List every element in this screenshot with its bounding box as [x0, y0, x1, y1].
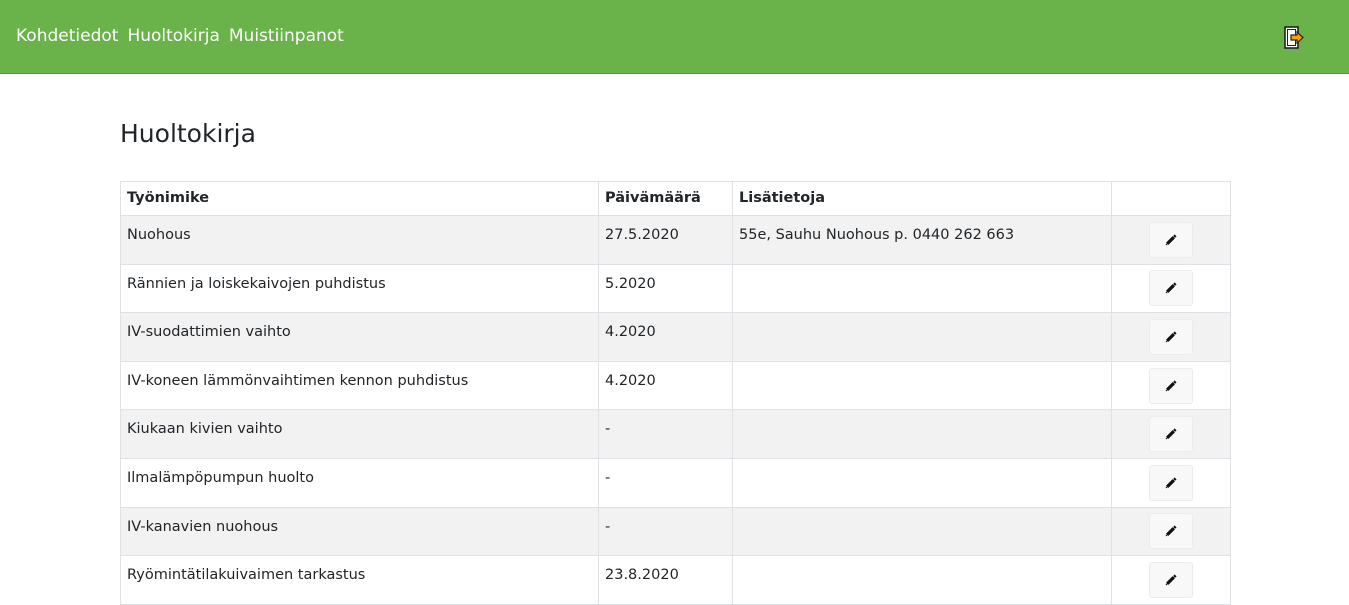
pencil-icon — [1150, 232, 1192, 248]
action-cell — [1111, 555, 1231, 605]
column-header-task: Työnimike — [120, 181, 599, 216]
pencil-icon — [1150, 426, 1192, 442]
page-title: Huoltokirja — [120, 119, 256, 148]
pencil-icon — [1150, 523, 1192, 539]
action-cell — [1111, 457, 1231, 508]
action-cell — [1111, 312, 1231, 362]
date-cell: - — [598, 506, 733, 557]
task-cell: Kiukaan kivien vaihto — [120, 409, 599, 459]
task-cell: IV-kanavien nuohous — [120, 506, 599, 557]
action-cell — [1111, 215, 1231, 265]
date-cell: - — [598, 409, 733, 459]
task-cell: Ryömintätilakuivaimen tarkastus — [120, 555, 599, 605]
info-cell — [732, 555, 1112, 605]
task-cell: IV-koneen lämmönvaihtimen kennon puhdist… — [120, 360, 599, 411]
info-cell — [732, 409, 1112, 459]
table-row: IV-kanavien nuohous - — [120, 506, 1231, 557]
info-cell — [732, 312, 1112, 362]
maintenance-table-container: Työnimike Päivämäärä Lisätietoja Nuohous… — [120, 181, 1231, 605]
info-cell — [732, 457, 1112, 508]
logout-icon — [1284, 26, 1304, 49]
pencil-icon — [1150, 280, 1192, 296]
edit-button[interactable] — [1149, 221, 1193, 258]
table-row: Ryömintätilakuivaimen tarkastus 23.8.2020 — [120, 555, 1231, 605]
task-cell: Rännien ja loiskekaivojen puhdistus — [120, 263, 599, 314]
edit-button[interactable] — [1149, 367, 1193, 404]
edit-button[interactable] — [1149, 270, 1193, 307]
column-header-actions — [1111, 181, 1231, 216]
edit-button[interactable] — [1149, 513, 1193, 550]
date-cell: 23.8.2020 — [598, 555, 733, 605]
table-row: Ilmalämpöpumpun huolto - — [120, 457, 1231, 508]
date-cell: 4.2020 — [598, 360, 733, 411]
nav-link-kohdetiedot[interactable]: Kohdetiedot — [16, 25, 118, 47]
date-cell: - — [598, 457, 733, 508]
pencil-icon — [1150, 475, 1192, 491]
info-cell — [732, 506, 1112, 557]
edit-button[interactable] — [1149, 318, 1193, 355]
top-navbar: Kohdetiedot Huoltokirja Muistiinpanot — [0, 0, 1349, 74]
main-nav: Kohdetiedot Huoltokirja Muistiinpanot — [16, 25, 344, 47]
info-cell — [732, 360, 1112, 411]
maintenance-table: Työnimike Päivämäärä Lisätietoja Nuohous… — [120, 181, 1231, 605]
table-header-row: Työnimike Päivämäärä Lisätietoja — [120, 181, 1231, 216]
action-cell — [1111, 360, 1231, 411]
date-cell: 4.2020 — [598, 312, 733, 362]
edit-button[interactable] — [1149, 416, 1193, 453]
edit-button[interactable] — [1149, 464, 1193, 501]
nav-link-huoltokirja[interactable]: Huoltokirja — [127, 25, 219, 47]
pencil-icon — [1150, 329, 1192, 345]
date-cell: 27.5.2020 — [598, 215, 733, 265]
pencil-icon — [1150, 572, 1192, 588]
task-cell: Nuohous — [120, 215, 599, 265]
table-row: IV-suodattimien vaihto 4.2020 — [120, 312, 1231, 362]
date-cell: 5.2020 — [598, 263, 733, 314]
table-row: Nuohous 27.5.2020 55e, Sauhu Nuohous p. 04… — [120, 215, 1231, 265]
info-cell — [732, 263, 1112, 314]
pencil-icon — [1150, 378, 1192, 394]
table-row: IV-koneen lämmönvaihtimen kennon puhdist… — [120, 360, 1231, 411]
column-header-date: Päivämäärä — [598, 181, 733, 216]
action-cell — [1111, 409, 1231, 459]
nav-link-muistiinpanot[interactable]: Muistiinpanot — [229, 25, 344, 47]
task-cell: Ilmalämpöpumpun huolto — [120, 457, 599, 508]
action-cell — [1111, 263, 1231, 314]
table-row: Rännien ja loiskekaivojen puhdistus 5.202… — [120, 263, 1231, 314]
info-cell: 55e, Sauhu Nuohous p. 0440 262 663 — [732, 215, 1112, 265]
edit-button[interactable] — [1149, 561, 1193, 598]
task-cell: IV-suodattimien vaihto — [120, 312, 599, 362]
table-row: Kiukaan kivien vaihto - — [120, 409, 1231, 459]
action-cell — [1111, 506, 1231, 557]
column-header-info: Lisätietoja — [732, 181, 1112, 216]
logout-button[interactable] — [1281, 24, 1307, 52]
